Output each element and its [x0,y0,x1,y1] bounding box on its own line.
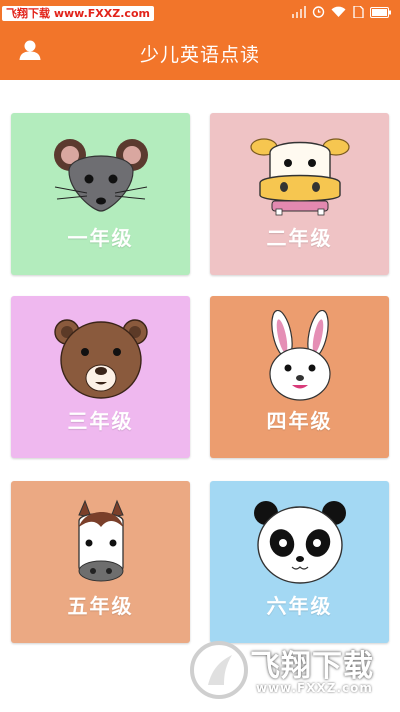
horse-icon [11,497,190,589]
alarm-icon [312,3,325,22]
app-bar: 少儿英语点读 [0,24,400,80]
grade-card-3[interactable]: 三年级 [11,296,190,458]
grade-label: 六年级 [266,594,333,618]
cow-icon [210,131,389,219]
status-bar: 飞翔下载 www.FXXZ.com [0,0,400,24]
mouse-icon [11,131,190,217]
grade-label: 五年级 [67,594,134,618]
watermark-url: www.FXXZ.com [256,681,373,695]
grade-card-4[interactable]: 四年级 [210,296,389,458]
watermark-logo-icon [190,641,248,699]
battery-icon [370,3,392,22]
grade-label: 一年级 [67,226,134,250]
watermark-title: 飞翔下载 [250,649,374,684]
grade-label: 三年级 [67,409,134,433]
rabbit-icon [210,310,389,402]
bear-icon [11,314,190,402]
signal-icon [292,3,306,22]
grade-card-1[interactable]: 一年级 [11,113,190,275]
grade-label: 二年级 [266,226,333,250]
watermark-badge: 飞翔下载 www.FXXZ.com [2,6,154,21]
wifi-icon [331,3,346,22]
sim-icon [352,3,364,22]
status-icons [292,3,392,22]
watermark: 飞翔下载 www.FXXZ.com [190,637,390,703]
grade-label: 四年级 [266,409,333,433]
grade-card-5[interactable]: 五年级 [11,481,190,643]
page-title: 少儿英语点读 [139,44,260,66]
grade-card-6[interactable]: 六年级 [210,481,389,643]
panda-icon [210,499,389,587]
grade-card-2[interactable]: 二年级 [210,113,389,275]
